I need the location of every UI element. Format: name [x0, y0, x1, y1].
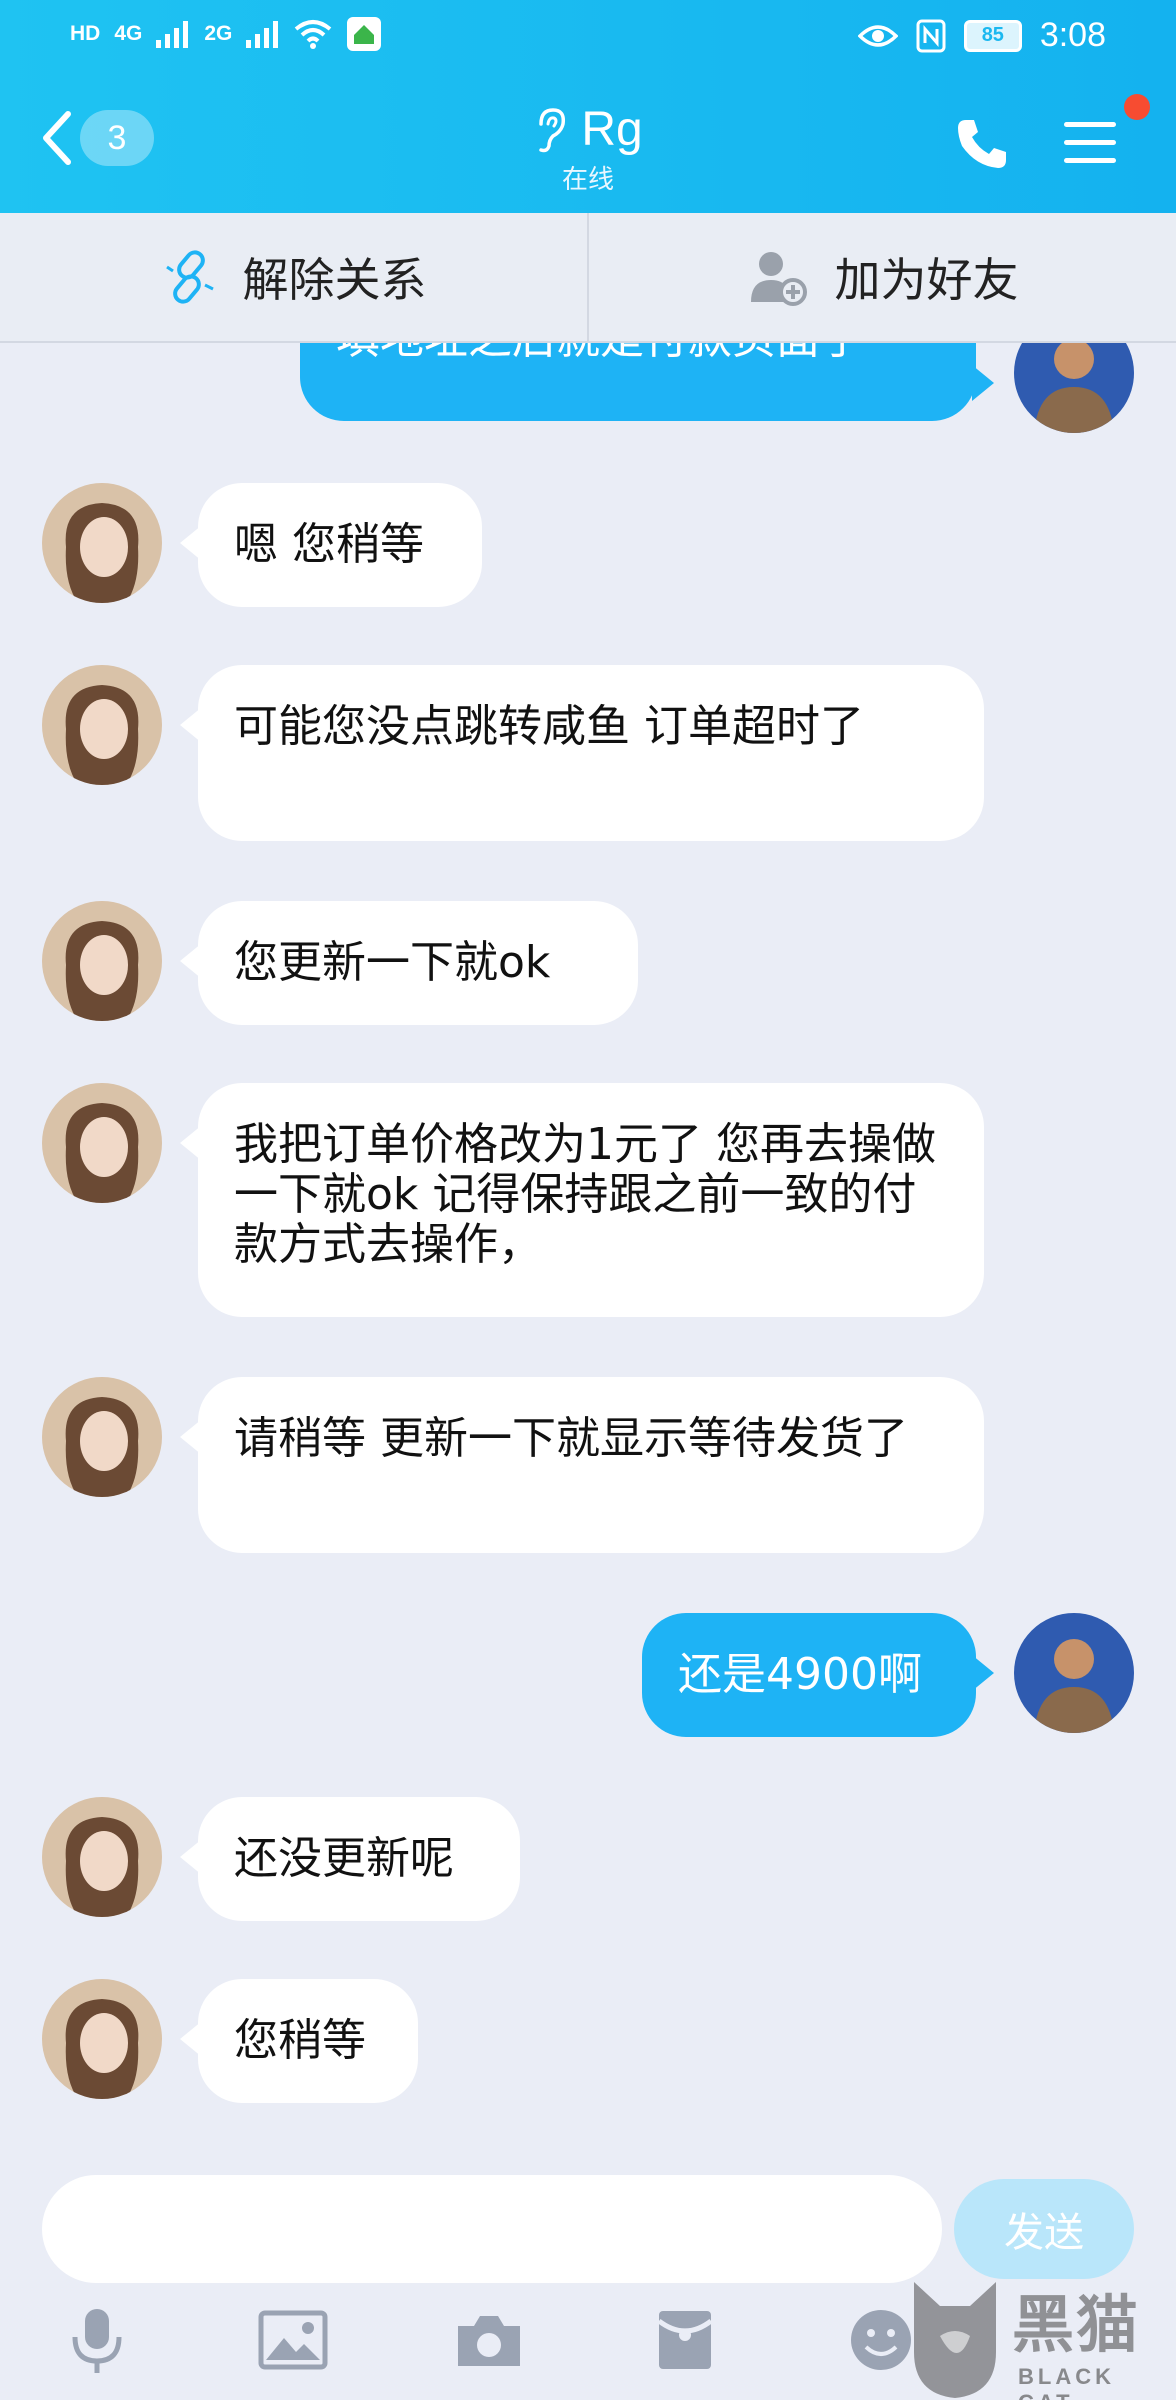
eye-icon: [857, 24, 898, 47]
message-text: 嗯 您稍等: [234, 519, 424, 570]
add-friend-label: 加为好友: [834, 253, 1019, 307]
message-text: 还没更新呢: [234, 1833, 454, 1884]
avatar-photo-contact: [42, 1083, 162, 1203]
red-packet-button[interactable]: [640, 2295, 730, 2385]
status-bar: HD 4G 2G 85 3:08: [0, 0, 1176, 72]
watermark-chars: 黑猫: [1012, 2288, 1141, 2361]
home-app-icon: [347, 17, 382, 51]
message-text: 您稍等: [234, 2015, 366, 2066]
avatar-photo-contact: [42, 901, 162, 1021]
signal-1-label: 4G: [114, 22, 143, 45]
status-left: HD 4G 2G: [70, 16, 382, 52]
notification-dot: [1124, 94, 1150, 120]
avatar-photo-contact: [42, 665, 162, 785]
ear-icon: [539, 107, 566, 152]
contact-avatar[interactable]: [42, 1797, 162, 1917]
message-text: 您更新一下就ok: [234, 937, 551, 988]
nav-bar: 3 Rg 在线: [0, 72, 1176, 213]
message-bubble-in[interactable]: 嗯 您稍等: [198, 483, 482, 607]
my-avatar[interactable]: [1014, 343, 1134, 433]
avatar-photo-contact: [42, 1377, 162, 1497]
red-packet-icon: [657, 2311, 713, 2369]
bubble-tail: [972, 1655, 994, 1691]
back-button[interactable]: 3: [40, 110, 154, 166]
chat-header: HD 4G 2G 85 3:08 3 Rg 在线: [0, 0, 1176, 213]
online-status: 在线: [561, 165, 614, 195]
camera-icon: [458, 2316, 520, 2366]
message-bubble-in[interactable]: 您稍等: [198, 1979, 418, 2103]
message-input[interactable]: [42, 2175, 942, 2283]
image-button[interactable]: [248, 2295, 338, 2385]
message-bubble-out[interactable]: 填地址之后就是付款页面了: [300, 343, 976, 421]
cat-logo-icon: [914, 2282, 996, 2398]
contact-avatar[interactable]: [42, 665, 162, 785]
contact-avatar[interactable]: [42, 1377, 162, 1497]
microphone-icon: [72, 2309, 122, 2373]
add-friend-button[interactable]: 加为好友: [587, 213, 1176, 341]
black-cat-watermark: 黑猫 BLACK CAT: [900, 2272, 1176, 2400]
message-text: 可能您没点跳转咸鱼 订单超时了: [234, 701, 864, 752]
contact-avatar[interactable]: [42, 483, 162, 603]
message-bubble-in[interactable]: 请稍等 更新一下就显示等待发货了: [198, 1377, 984, 1553]
battery-indicator: 85: [963, 19, 1022, 52]
signal-1-icon: [156, 21, 189, 48]
chat-messages[interactable]: 填地址之后就是付款页面了 嗯 您稍等 可能您没点跳转咸鱼 订单超时了: [0, 343, 1176, 2165]
title-line: Rg: [480, 102, 696, 157]
phone-icon: [958, 120, 1006, 168]
send-button[interactable]: 发送: [954, 2179, 1134, 2279]
message-text: 请稍等 更新一下就显示等待发货了: [234, 1413, 908, 1464]
status-time: 3:08: [1039, 16, 1106, 54]
signal-2-icon: [246, 21, 279, 48]
hd-indicator: HD: [70, 22, 101, 45]
contact-name: Rg: [581, 103, 643, 156]
contact-avatar[interactable]: [42, 901, 162, 1021]
wifi-icon: [295, 20, 332, 49]
watermark-sub: BLACK CAT: [1018, 2364, 1115, 2400]
avatar-photo-self: [1014, 1613, 1134, 1733]
add-friend-icon: [750, 252, 807, 306]
message-text: 填地址之后就是付款页面了: [336, 343, 864, 364]
avatar-photo-self: [1014, 343, 1134, 433]
message-bubble-in[interactable]: 可能您没点跳转咸鱼 订单超时了: [198, 665, 984, 841]
menu-icon: [1064, 122, 1116, 163]
menu-button[interactable]: [1062, 118, 1118, 172]
message-bubble-in[interactable]: 还没更新呢: [198, 1797, 520, 1921]
my-avatar[interactable]: [1014, 1613, 1134, 1733]
chat-title[interactable]: Rg 在线: [480, 102, 696, 196]
signal-2-label: 2G: [204, 22, 233, 45]
message-bubble-in[interactable]: 您更新一下就ok: [198, 901, 638, 1025]
status-right: 85 3:08: [857, 16, 1106, 55]
unlink-label: 解除关系: [242, 253, 427, 307]
bubble-tail: [972, 365, 994, 401]
camera-button[interactable]: [444, 2295, 534, 2385]
phone-call-button[interactable]: [954, 116, 1010, 176]
unlink-icon: [165, 250, 214, 304]
avatar-photo-contact: [42, 1979, 162, 2099]
image-icon: [258, 2310, 328, 2370]
unlink-relation-button[interactable]: 解除关系: [0, 213, 587, 341]
relation-action-bar: 解除关系 加为好友: [0, 213, 1176, 343]
back-icon: [43, 111, 71, 165]
message-bubble-out[interactable]: 还是4900啊: [642, 1613, 976, 1737]
contact-avatar[interactable]: [42, 1083, 162, 1203]
message-text: 我把订单价格改为1元了 您再去操做一下就ok 记得保持跟之前一致的付款方式去操作…: [234, 1119, 936, 1270]
avatar-photo-contact: [42, 1797, 162, 1917]
unread-count-badge: 3: [80, 110, 154, 166]
message-bubble-in[interactable]: 我把订单价格改为1元了 您再去操做一下就ok 记得保持跟之前一致的付款方式去操作…: [198, 1083, 984, 1317]
message-text: 还是4900啊: [678, 1649, 922, 1700]
avatar-photo-contact: [42, 483, 162, 603]
contact-avatar[interactable]: [42, 1979, 162, 2099]
nfc-icon: [916, 19, 946, 52]
voice-button[interactable]: [52, 2295, 142, 2385]
